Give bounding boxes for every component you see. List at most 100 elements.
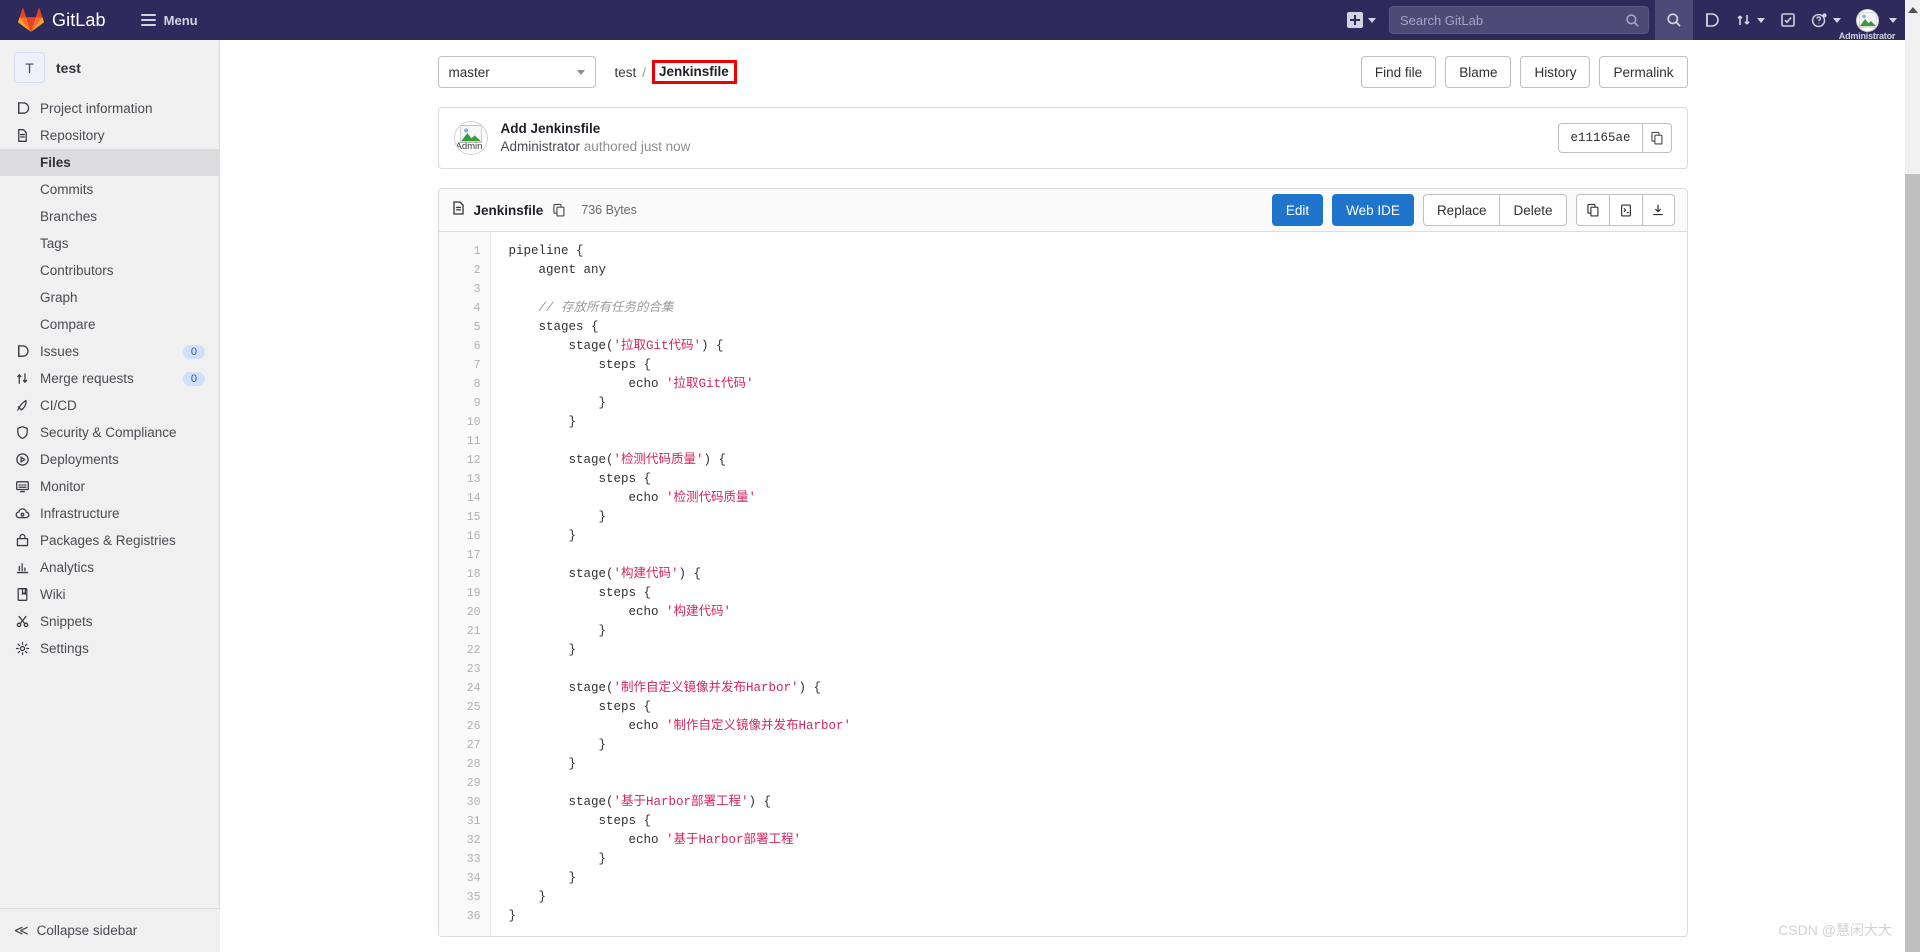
replace-button[interactable]: Replace <box>1422 194 1500 226</box>
line-number[interactable]: 22 <box>439 641 490 660</box>
sidebar-item-contributors[interactable]: Contributors <box>0 257 219 284</box>
line-number[interactable]: 23 <box>439 660 490 679</box>
sidebar-item-compare[interactable]: Compare <box>0 311 219 338</box>
merge-requests-nav-button[interactable] <box>1731 0 1769 40</box>
sidebar-item-monitor[interactable]: Monitor <box>0 473 219 500</box>
copy-contents-icon[interactable] <box>1575 194 1609 226</box>
line-number[interactable]: 33 <box>439 850 490 869</box>
download-icon[interactable] <box>1641 194 1675 226</box>
sidebar-item-graph[interactable]: Graph <box>0 284 219 311</box>
issues-nav-button[interactable] <box>1693 0 1731 40</box>
code-content[interactable]: pipeline { agent any // 存放所有任务的合集 stages… <box>491 232 1687 936</box>
line-number[interactable]: 8 <box>439 375 490 394</box>
navbar-left-group: GitLab Menu <box>0 7 205 33</box>
search-toggle-button[interactable] <box>1655 0 1693 40</box>
line-number[interactable]: 2 <box>439 261 490 280</box>
sidebar-item-tags[interactable]: Tags <box>0 230 219 257</box>
commit-message[interactable]: Add Jenkinsfile <box>501 120 691 137</box>
sidebar-item-deployments[interactable]: Deployments <box>0 446 219 473</box>
sidebar-item-files[interactable]: Files <box>0 149 219 176</box>
branch-selector[interactable]: master <box>437 56 596 88</box>
gitlab-logo-icon[interactable] <box>18 7 44 33</box>
line-number[interactable]: 14 <box>439 489 490 508</box>
project-name-label: test <box>56 59 81 76</box>
line-number[interactable]: 16 <box>439 527 490 546</box>
history-button[interactable]: History <box>1520 56 1591 88</box>
collapse-sidebar-button[interactable]: ≪ Collapse sidebar <box>0 908 220 952</box>
sidebar-project-header[interactable]: T test <box>0 40 219 95</box>
search-input[interactable]: Search GitLab <box>1389 6 1649 34</box>
web-ide-button[interactable]: Web IDE <box>1332 194 1414 226</box>
line-number[interactable]: 35 <box>439 888 490 907</box>
line-number[interactable]: 24 <box>439 679 490 698</box>
sidebar-item-ci-cd[interactable]: CI/CD <box>0 392 219 419</box>
sidebar-item-repository[interactable]: Repository <box>0 122 219 149</box>
breadcrumb-root-link[interactable]: test <box>615 65 637 80</box>
sidebar-item-project-information[interactable]: Project information <box>0 95 219 122</box>
line-number[interactable]: 10 <box>439 413 490 432</box>
line-number[interactable]: 19 <box>439 584 490 603</box>
code-line: } <box>508 396 607 410</box>
commit-author-avatar[interactable]: Admin <box>453 121 488 155</box>
open-raw-icon[interactable] <box>1608 194 1642 226</box>
sidebar-item-issues[interactable]: Issues 0 <box>0 338 219 365</box>
line-number-gutter[interactable]: 1 2 3 4 5 6 7 8 9 10 11 12 13 14 15 16 17 18 19 20 21 22 23 24 2… <box>438 232 491 936</box>
line-number[interactable]: 36 <box>439 907 490 926</box>
commit-author-name[interactable]: Administrator <box>501 139 581 154</box>
gitlab-brand-text[interactable]: GitLab <box>52 10 106 31</box>
sidebar-item-infrastructure[interactable]: Infrastructure <box>0 500 219 527</box>
line-number[interactable]: 6 <box>439 337 490 356</box>
line-number[interactable]: 3 <box>439 280 490 299</box>
sidebar-item-commits[interactable]: Commits <box>0 176 219 203</box>
sidebar-item-packages-registries[interactable]: Packages & Registries <box>0 527 219 554</box>
sidebar-item-wiki[interactable]: Wiki <box>0 581 219 608</box>
todos-nav-button[interactable] <box>1769 0 1807 40</box>
scroll-up-arrow-icon[interactable] <box>1907 7 1918 13</box>
line-number[interactable]: 7 <box>439 356 490 375</box>
line-number[interactable]: 25 <box>439 698 490 717</box>
find-file-button[interactable]: Find file <box>1360 56 1437 88</box>
line-number[interactable]: 31 <box>439 812 490 831</box>
line-number[interactable]: 18 <box>439 565 490 584</box>
line-number[interactable]: 11 <box>439 432 490 451</box>
sidebar-item-security-compliance[interactable]: Security & Compliance <box>0 419 219 446</box>
commit-sha[interactable]: e11165ae <box>1558 123 1642 153</box>
sidebar-item-analytics[interactable]: Analytics <box>0 554 219 581</box>
line-number[interactable]: 15 <box>439 508 490 527</box>
sidebar-item-branches[interactable]: Branches <box>0 203 219 230</box>
code-line: echo '基于Harbor部署工程' <box>508 833 802 847</box>
vertical-scrollbar[interactable] <box>1905 0 1920 952</box>
line-number[interactable]: 9 <box>439 394 490 413</box>
line-number[interactable]: 34 <box>439 869 490 888</box>
copy-path-icon[interactable] <box>552 203 566 217</box>
line-number[interactable]: 21 <box>439 622 490 641</box>
line-number[interactable]: 4 <box>439 299 490 318</box>
sidebar-item-settings[interactable]: Settings <box>0 635 219 662</box>
code-line: stages { <box>508 320 599 334</box>
line-number[interactable]: 13 <box>439 470 490 489</box>
line-number[interactable]: 32 <box>439 831 490 850</box>
blame-button[interactable]: Blame <box>1445 56 1512 88</box>
line-number[interactable]: 26 <box>439 717 490 736</box>
sidebar-item-snippets[interactable]: Snippets <box>0 608 219 635</box>
scrollbar-thumb[interactable] <box>1905 174 1920 952</box>
line-number[interactable]: 5 <box>439 318 490 337</box>
delete-button[interactable]: Delete <box>1499 194 1567 226</box>
line-number[interactable]: 12 <box>439 451 490 470</box>
avatar[interactable]: Administrator <box>1839 0 1895 41</box>
user-menu-button[interactable]: Administrator <box>1839 0 1899 41</box>
line-number[interactable]: 27 <box>439 736 490 755</box>
edit-button[interactable]: Edit <box>1271 194 1324 226</box>
line-number[interactable]: 20 <box>439 603 490 622</box>
copy-icon[interactable] <box>1641 123 1672 153</box>
line-number[interactable]: 1 <box>439 242 490 261</box>
line-number[interactable]: 29 <box>439 774 490 793</box>
code-line: echo '构建代码' <box>508 605 732 619</box>
main-menu-button[interactable]: Menu <box>134 8 205 33</box>
line-number[interactable]: 28 <box>439 755 490 774</box>
new-dropdown-button[interactable] <box>1338 0 1385 40</box>
sidebar-item-merge-requests[interactable]: Merge requests 0 <box>0 365 219 392</box>
permalink-button[interactable]: Permalink <box>1599 56 1688 88</box>
line-number[interactable]: 30 <box>439 793 490 812</box>
line-number[interactable]: 17 <box>439 546 490 565</box>
